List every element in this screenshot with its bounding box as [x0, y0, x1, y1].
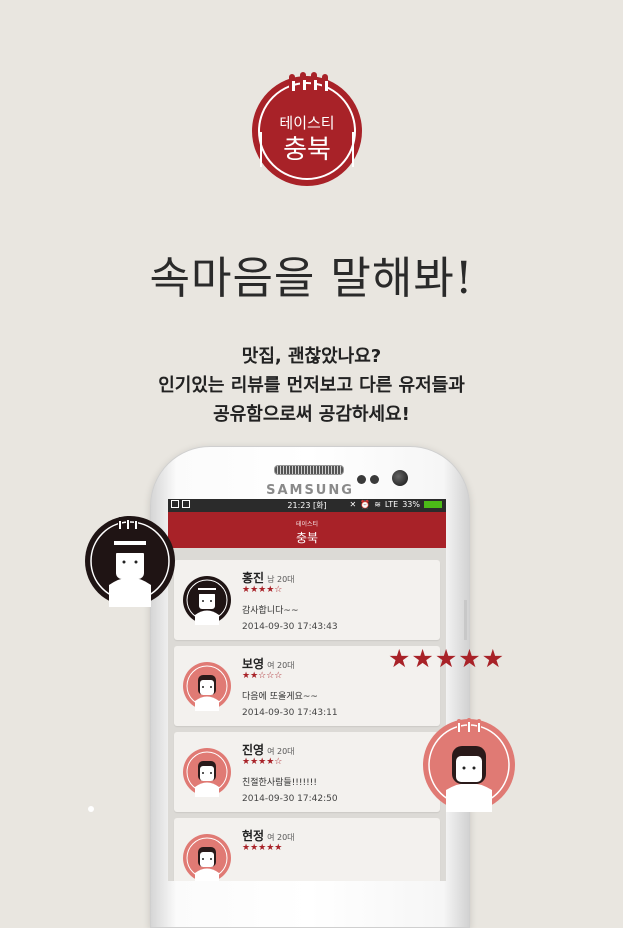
battery-percent: 33%: [402, 500, 420, 509]
reviewer-name: 보영 여 20대: [242, 657, 295, 671]
female-avatar-icon: [182, 833, 232, 881]
page-indicator-dot[interactable]: [88, 806, 94, 812]
female-avatar-icon: [182, 747, 232, 797]
intro-line: 공유함으로써 공감하세요!: [213, 404, 410, 425]
reviewer-name: 현정 여 20대: [242, 829, 295, 843]
review-date: 2014-09-30 17:42:50: [242, 794, 338, 804]
review-card[interactable]: 홍진 남 20대 ★★★★☆ 감사합니다~~ 2014-09-30 17:43:4…: [174, 560, 440, 640]
reviewer-name: 진영 여 20대: [242, 743, 295, 757]
intro-text: 맛집, 괜찮았나요? 인기있는 리뷰를 먼저보고 다른 유저들과 공유함으로써 …: [0, 342, 623, 429]
wifi-icon: ≋: [374, 500, 381, 509]
mute-icon: ✕: [349, 500, 357, 509]
app-header: 테이스티 충북: [168, 512, 446, 548]
logo-bottom-text: 충북: [283, 135, 331, 165]
battery-icon: [424, 501, 442, 508]
rating-stars: ★★☆☆☆: [242, 671, 283, 681]
review-text: 감사합니다~~: [242, 606, 299, 616]
rating-stars: ★★★★★: [242, 843, 283, 853]
review-text: 친절한사람들!!!!!!!: [242, 778, 317, 788]
review-list[interactable]: 홍진 남 20대 ★★★★☆ 감사합니다~~ 2014-09-30 17:43:4…: [168, 548, 446, 881]
review-date: 2014-09-30 17:43:43: [242, 622, 338, 632]
review-text: 다음에 또올게요~~: [242, 692, 318, 702]
earpiece-speaker: [274, 465, 344, 475]
big-rating-stars: ★★★★★: [388, 644, 506, 673]
phone-screen: 21:23 [화] ✕ ⏰ ≋ LTE 33% 테이스티 충북 홍진 남 20대 …: [168, 499, 446, 881]
female-avatar-badge: [422, 718, 516, 812]
headline: 속마음을 말해봐!: [149, 253, 474, 304]
reviewer-meta: 여 20대: [267, 661, 295, 670]
rating-stars: ★★★★☆: [242, 757, 283, 767]
review-date: 2014-09-30 17:43:11: [242, 708, 338, 718]
male-avatar-badge: [84, 515, 176, 607]
tasty-chungbuk-logo: 테이스티 충북: [251, 72, 364, 187]
status-bar: 21:23 [화] ✕ ⏰ ≋ LTE 33%: [168, 499, 446, 512]
female-avatar-icon: [182, 661, 232, 711]
intro-line: 인기있는 리뷰를 먼저보고 다른 유저들과: [158, 375, 465, 396]
alarm-icon: ⏰: [360, 500, 371, 509]
rating-stars: ★★★★☆: [242, 585, 283, 595]
reviewer-name: 홍진 남 20대: [242, 571, 295, 585]
intro-line: 맛집, 괜찮았나요?: [241, 346, 382, 367]
reviewer-meta: 남 20대: [267, 575, 295, 584]
app-header-small: 테이스티: [295, 521, 319, 528]
phone-side-button: [464, 600, 467, 640]
review-card[interactable]: 현정 여 20대 ★★★★★: [174, 818, 440, 881]
reviewer-meta: 여 20대: [267, 833, 295, 842]
review-card[interactable]: 진영 여 20대 ★★★★☆ 친절한사람들!!!!!!! 2014-09-30 1…: [174, 732, 440, 812]
app-header-title: 충북: [295, 531, 319, 545]
phone-brand: SAMSUNG: [266, 483, 354, 498]
reviewer-meta: 여 20대: [267, 747, 295, 756]
logo-top-text: 테이스티: [279, 114, 334, 132]
network-label: LTE: [384, 500, 399, 509]
male-avatar-icon: [182, 575, 232, 625]
